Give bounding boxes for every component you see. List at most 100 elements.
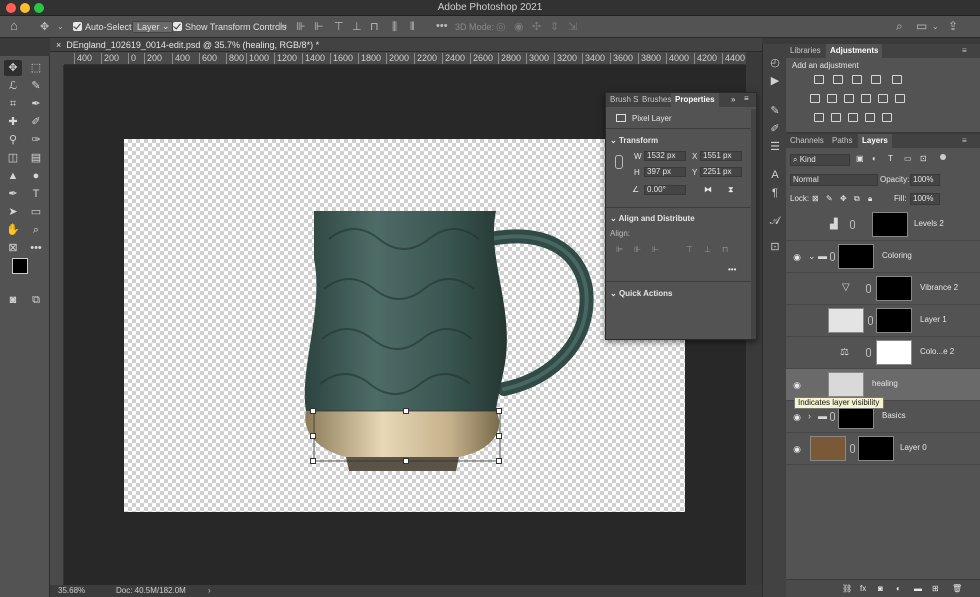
visibility-toggle[interactable] [792, 284, 802, 294]
dodge-tool[interactable]: ● [27, 168, 45, 184]
auto-select-dropdown[interactable]: Layer [132, 21, 173, 33]
collapse-icon[interactable]: » [731, 95, 735, 104]
visibility-toggle[interactable] [792, 348, 802, 358]
transform-handle[interactable] [496, 458, 502, 464]
eyedropper-tool[interactable]: ✒ [27, 96, 45, 112]
layer-name[interactable]: Basics [882, 411, 906, 420]
align-hcenter-icon[interactable]: ⊪ [634, 245, 641, 254]
levels-icon[interactable] [833, 75, 843, 84]
layer-name[interactable]: Levels 2 [914, 219, 944, 228]
pen-tool[interactable]: ✒ [4, 186, 22, 202]
layer-name[interactable]: Layer 0 [900, 443, 927, 452]
layer-mask-thumbnail[interactable] [876, 308, 912, 333]
layer-mask-thumbnail[interactable] [876, 276, 912, 301]
filter-pixel-icon[interactable]: ▣ [856, 154, 864, 163]
invert-icon[interactable] [814, 113, 824, 122]
brightness-contrast-icon[interactable] [814, 75, 824, 84]
minimize-window-button[interactable] [20, 3, 30, 13]
history-brush-tool[interactable]: ✑ [27, 132, 45, 148]
layer-thumbnail[interactable] [810, 436, 846, 461]
show-transform-checkbox[interactable]: Show Transform Controls [173, 20, 287, 34]
delete-layer-icon[interactable]: 🗑︎ [952, 584, 962, 593]
brush-tool[interactable]: ✐ [27, 114, 45, 130]
layer-name[interactable]: Colo...e 2 [920, 347, 954, 356]
layer-row-color-balance-2[interactable]: ⚖ Colo...e 2 [786, 337, 980, 369]
healing-brush-tool[interactable]: ✚ [4, 114, 22, 130]
panel-menu-icon[interactable]: ≡ [958, 134, 971, 148]
tab-channels[interactable]: Channels [786, 134, 828, 148]
panel-menu-icon[interactable]: ≡ [958, 44, 971, 58]
history-panel-icon[interactable]: ◴ [768, 56, 782, 70]
navigator-panel-icon[interactable]: ⊡ [768, 240, 782, 254]
layer-row-layer-1[interactable]: Layer 1 [786, 305, 980, 337]
new-adjustment-icon[interactable]: ◐ [896, 584, 901, 593]
align-distribute-heading[interactable]: ⌄ Align and Distribute [610, 214, 695, 223]
more-options-icon[interactable]: ••• [436, 20, 448, 32]
w-input[interactable]: 1532 px [644, 151, 686, 161]
foreground-color-swatch[interactable] [12, 258, 28, 274]
crop-tool[interactable]: ⌗ [4, 96, 22, 112]
properties-panel-icon[interactable]: ☰ [768, 140, 782, 154]
edit-toolbar-icon[interactable]: ⊠ [4, 240, 22, 256]
auto-select-checkbox[interactable]: Auto-Select: [73, 20, 134, 34]
visibility-toggle[interactable] [792, 316, 802, 326]
layer-row-layer-0[interactable]: ◉ Layer 0 [786, 433, 980, 465]
status-arrow-icon[interactable]: › [208, 585, 211, 597]
align-top-icon[interactable]: ⊤ [334, 21, 344, 33]
more-tools-icon[interactable]: ••• [27, 240, 45, 256]
move-tool[interactable]: ✥ [4, 60, 22, 76]
more-options-icon[interactable]: ••• [728, 265, 736, 274]
search-icon[interactable]: ⌕ [896, 20, 903, 32]
mug-image[interactable] [124, 139, 685, 512]
layer-row-coloring[interactable]: ◉ ⌄ ▬ Coloring [786, 241, 980, 273]
panel-menu-icon[interactable]: ≡ [744, 94, 749, 103]
align-right-icon[interactable]: ⊩ [314, 21, 324, 33]
opacity-input[interactable]: 100% [910, 174, 940, 186]
transform-handle[interactable] [403, 458, 409, 464]
blend-mode-select[interactable]: Normal [790, 174, 878, 186]
distribute-v-icon[interactable]: ⫴ [410, 21, 415, 33]
eye-icon[interactable]: ◉ [792, 252, 802, 262]
vibrance-icon[interactable] [892, 75, 902, 84]
tab-brushes[interactable]: Brushes [638, 93, 675, 107]
tab-layers[interactable]: Layers [858, 134, 892, 148]
layer-mask-thumbnail[interactable] [858, 436, 894, 461]
link-layers-icon[interactable]: ⛓ [842, 584, 852, 593]
add-mask-icon[interactable]: ◙ [878, 584, 883, 593]
tab-paths[interactable]: Paths [828, 134, 856, 148]
properties-scrollbar[interactable] [751, 109, 756, 339]
move-tool-icon[interactable]: ✥ [40, 21, 49, 33]
layer-mask-thumbnail[interactable] [872, 212, 908, 237]
expand-group-icon[interactable]: › [808, 411, 811, 421]
lock-transparent-icon[interactable]: ⊠ [812, 194, 819, 203]
h-input[interactable]: 397 px [644, 167, 686, 177]
link-wh-icon[interactable] [615, 155, 623, 169]
type-tool[interactable]: T [27, 186, 45, 202]
hue-saturation-icon[interactable] [810, 94, 820, 103]
align-center-icon[interactable]: ⊪ [296, 21, 306, 33]
transform-handle[interactable] [496, 433, 502, 439]
channel-mixer-icon[interactable] [878, 94, 888, 103]
flip-vertical-icon[interactable]: ⧗ [728, 185, 734, 195]
clone-stamp-tool[interactable]: ⚲ [4, 132, 22, 148]
eye-icon[interactable]: ◉ [792, 380, 802, 390]
layer-filter-select[interactable]: ⌕ Kind [790, 154, 850, 166]
layer-name[interactable]: Layer 1 [920, 315, 947, 324]
align-right-icon[interactable]: ⊩ [652, 245, 659, 254]
actions-panel-icon[interactable]: ▶ [768, 74, 782, 88]
quick-mask-icon[interactable]: ◙ [4, 292, 22, 308]
visibility-toggle[interactable] [792, 220, 802, 230]
angle-input[interactable]: 0.00° [644, 185, 686, 195]
photo-filter-icon[interactable] [861, 94, 871, 103]
filter-shape-icon[interactable]: ▭ [904, 154, 912, 163]
posterize-icon[interactable] [831, 113, 841, 122]
lock-image-icon[interactable]: ✎ [826, 194, 833, 203]
black-white-icon[interactable] [844, 94, 854, 103]
align-left-icon[interactable]: ⊫ [278, 21, 288, 33]
eye-icon[interactable]: ◉ [792, 412, 802, 422]
blur-tool[interactable]: ▲ [4, 168, 22, 184]
expand-group-icon[interactable]: ⌄ [808, 251, 816, 262]
tab-brush-settings[interactable]: Brush S [606, 93, 642, 107]
quick-select-tool[interactable]: ✎ [27, 78, 45, 94]
layer-mask-thumbnail[interactable] [838, 244, 874, 269]
